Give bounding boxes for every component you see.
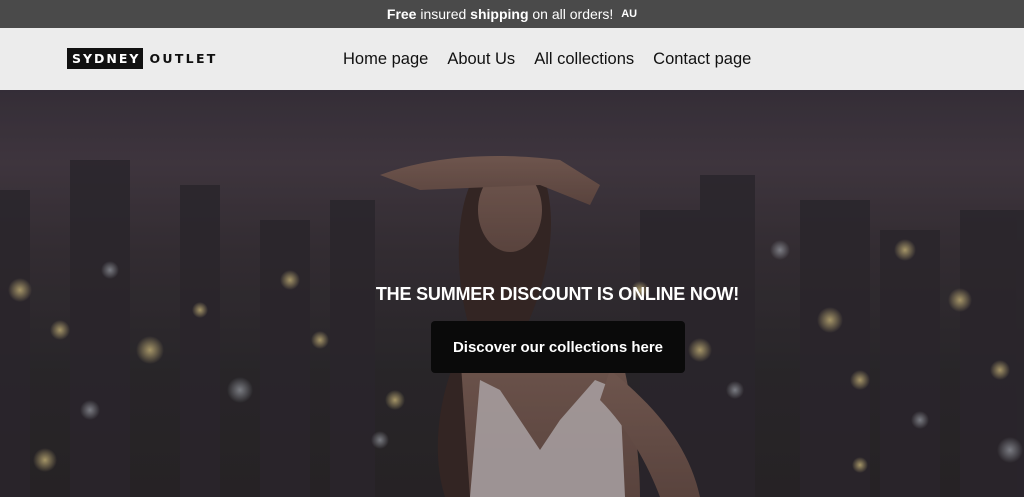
hero-banner: THE SUMMER DISCOUNT IS ONLINE NOW! Disco… xyxy=(0,90,1024,497)
hero-headline: THE SUMMER DISCOUNT IS ONLINE NOW! xyxy=(375,284,740,304)
announcement-free: Free xyxy=(386,6,417,22)
announcement-text-1: insured xyxy=(416,6,471,22)
nav-about[interactable]: About Us xyxy=(447,50,515,69)
nav-collections[interactable]: All collections xyxy=(534,50,634,69)
logo-sydney: SYDNEY xyxy=(67,48,144,69)
nav-contact[interactable]: Contact page xyxy=(653,50,751,69)
site-header: SYDNEY OUTLET Home page About Us All col… xyxy=(0,28,1024,90)
announcement-shipping: shipping xyxy=(470,6,529,22)
announcement-text-2: on all orders! xyxy=(528,6,618,22)
announcement-bar: Free insured shipping on all orders! AU xyxy=(0,0,1024,28)
logo-outlet: OUTLET xyxy=(149,51,218,66)
site-logo[interactable]: SYDNEY OUTLET xyxy=(67,48,218,69)
nav-home[interactable]: Home page xyxy=(343,50,428,69)
main-nav: Home page About Us All collections Conta… xyxy=(343,50,751,69)
discover-collections-button[interactable]: Discover our collections here xyxy=(431,321,685,373)
country-code[interactable]: AU xyxy=(621,8,637,20)
